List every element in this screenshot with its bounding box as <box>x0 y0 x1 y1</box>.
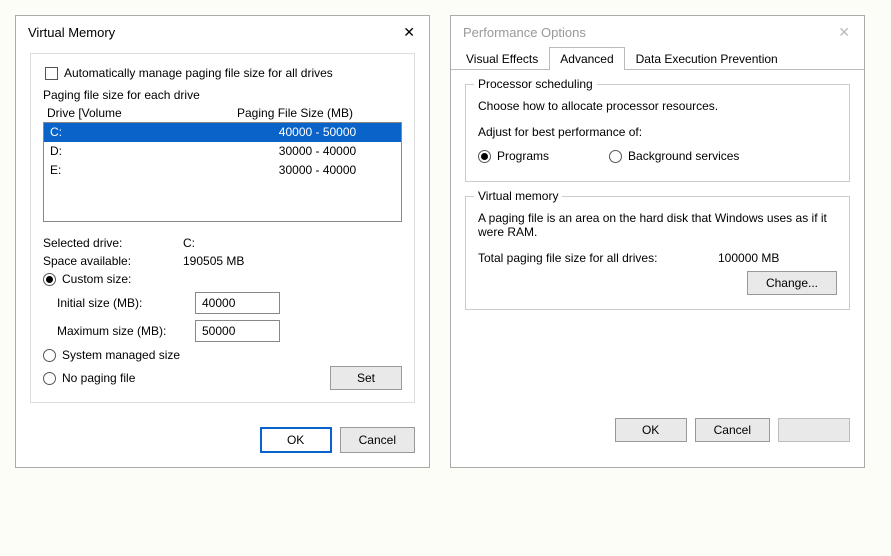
no-paging-label: No paging file <box>62 371 135 385</box>
titlebar: Virtual Memory ✕ <box>16 16 429 47</box>
drive-name: C: <box>50 124 240 141</box>
adjust-label: Adjust for best performance of: <box>478 125 837 139</box>
checkbox-icon[interactable] <box>45 67 58 80</box>
processor-scheduling-group: Processor scheduling Choose how to alloc… <box>465 84 850 182</box>
dialog-title: Virtual Memory <box>28 25 115 40</box>
radio-icon[interactable] <box>43 372 56 385</box>
inner-panel: Automatically manage paging file size fo… <box>30 53 415 403</box>
radio-icon[interactable] <box>478 150 491 163</box>
programs-radio[interactable]: Programs <box>478 149 549 163</box>
total-label: Total paging file size for all drives: <box>478 251 718 265</box>
drive-row[interactable]: C: 40000 - 50000 <box>44 123 401 142</box>
tab-advanced[interactable]: Advanced <box>549 47 624 70</box>
max-size-label: Maximum size (MB): <box>57 324 187 338</box>
radio-icon[interactable] <box>43 349 56 362</box>
drive-name: E: <box>50 162 240 179</box>
selected-drive-label: Selected drive: <box>43 236 183 250</box>
ok-button[interactable]: OK <box>260 427 332 453</box>
vm-legend: Virtual memory <box>474 189 562 203</box>
processor-legend: Processor scheduling <box>474 77 597 91</box>
close-icon[interactable]: ✕ <box>834 24 854 41</box>
max-size-input[interactable] <box>195 320 280 342</box>
radio-icon[interactable] <box>43 273 56 286</box>
drive-list-headers: Drive [Volume Paging File Size (MB) <box>43 104 402 122</box>
header-drive: Drive [Volume <box>47 106 237 120</box>
tab-dep[interactable]: Data Execution Prevention <box>625 47 789 70</box>
drive-row[interactable]: D: 30000 - 40000 <box>44 142 401 161</box>
no-paging-radio[interactable]: No paging file <box>43 371 135 385</box>
titlebar: Performance Options ✕ <box>451 16 864 47</box>
space-value: 190505 MB <box>183 254 244 268</box>
drive-size: 30000 - 40000 <box>240 162 395 179</box>
radio-icon[interactable] <box>609 150 622 163</box>
set-button[interactable]: Set <box>330 366 402 390</box>
space-available-row: Space available: 190505 MB <box>43 254 402 268</box>
virtual-memory-group: Virtual memory A paging file is an area … <box>465 196 850 310</box>
vm-desc: A paging file is an area on the hard dis… <box>478 211 837 239</box>
paging-group-label: Paging file size for each drive <box>43 88 402 102</box>
auto-manage-checkbox-row[interactable]: Automatically manage paging file size fo… <box>45 66 402 80</box>
tab-visual-effects[interactable]: Visual Effects <box>455 47 549 70</box>
custom-size-radio[interactable]: Custom size: <box>43 272 402 286</box>
virtual-memory-dialog: Virtual Memory ✕ Automatically manage pa… <box>15 15 430 468</box>
drive-size: 30000 - 40000 <box>240 143 395 160</box>
auto-manage-label: Automatically manage paging file size fo… <box>64 66 333 80</box>
processor-desc: Choose how to allocate processor resourc… <box>478 99 837 113</box>
change-button[interactable]: Change... <box>747 271 837 295</box>
programs-label: Programs <box>497 149 549 163</box>
background-label: Background services <box>628 149 739 163</box>
drive-name: D: <box>50 143 240 160</box>
initial-size-row: Initial size (MB): <box>57 292 402 314</box>
close-icon[interactable]: ✕ <box>399 24 419 41</box>
tab-body: Processor scheduling Choose how to alloc… <box>451 70 864 408</box>
initial-size-input[interactable] <box>195 292 280 314</box>
dialog-actions: OK Cancel . <box>451 408 864 456</box>
cancel-button[interactable]: Cancel <box>695 418 770 442</box>
drive-row[interactable]: E: 30000 - 40000 <box>44 161 401 180</box>
background-radio[interactable]: Background services <box>609 149 739 163</box>
dialog-title: Performance Options <box>463 25 586 40</box>
total-value: 100000 MB <box>718 251 779 265</box>
apply-button[interactable]: . <box>778 418 850 442</box>
system-managed-label: System managed size <box>62 348 180 362</box>
tab-strip: Visual Effects Advanced Data Execution P… <box>451 47 864 70</box>
header-size: Paging File Size (MB) <box>237 106 353 120</box>
drive-size: 40000 - 50000 <box>240 124 395 141</box>
ok-button[interactable]: OK <box>615 418 687 442</box>
space-label: Space available: <box>43 254 183 268</box>
dialog-actions: OK Cancel <box>16 417 429 467</box>
max-size-row: Maximum size (MB): <box>57 320 402 342</box>
cancel-button[interactable]: Cancel <box>340 427 415 453</box>
selected-drive-row: Selected drive: C: <box>43 236 402 250</box>
system-managed-radio[interactable]: System managed size <box>43 348 402 362</box>
custom-size-label: Custom size: <box>62 272 131 286</box>
performance-options-dialog: Performance Options ✕ Visual Effects Adv… <box>450 15 865 468</box>
drive-list[interactable]: C: 40000 - 50000 D: 30000 - 40000 E: 300… <box>43 122 402 222</box>
selected-drive-value: C: <box>183 236 195 250</box>
total-paging-row: Total paging file size for all drives: 1… <box>478 251 837 265</box>
initial-size-label: Initial size (MB): <box>57 296 187 310</box>
